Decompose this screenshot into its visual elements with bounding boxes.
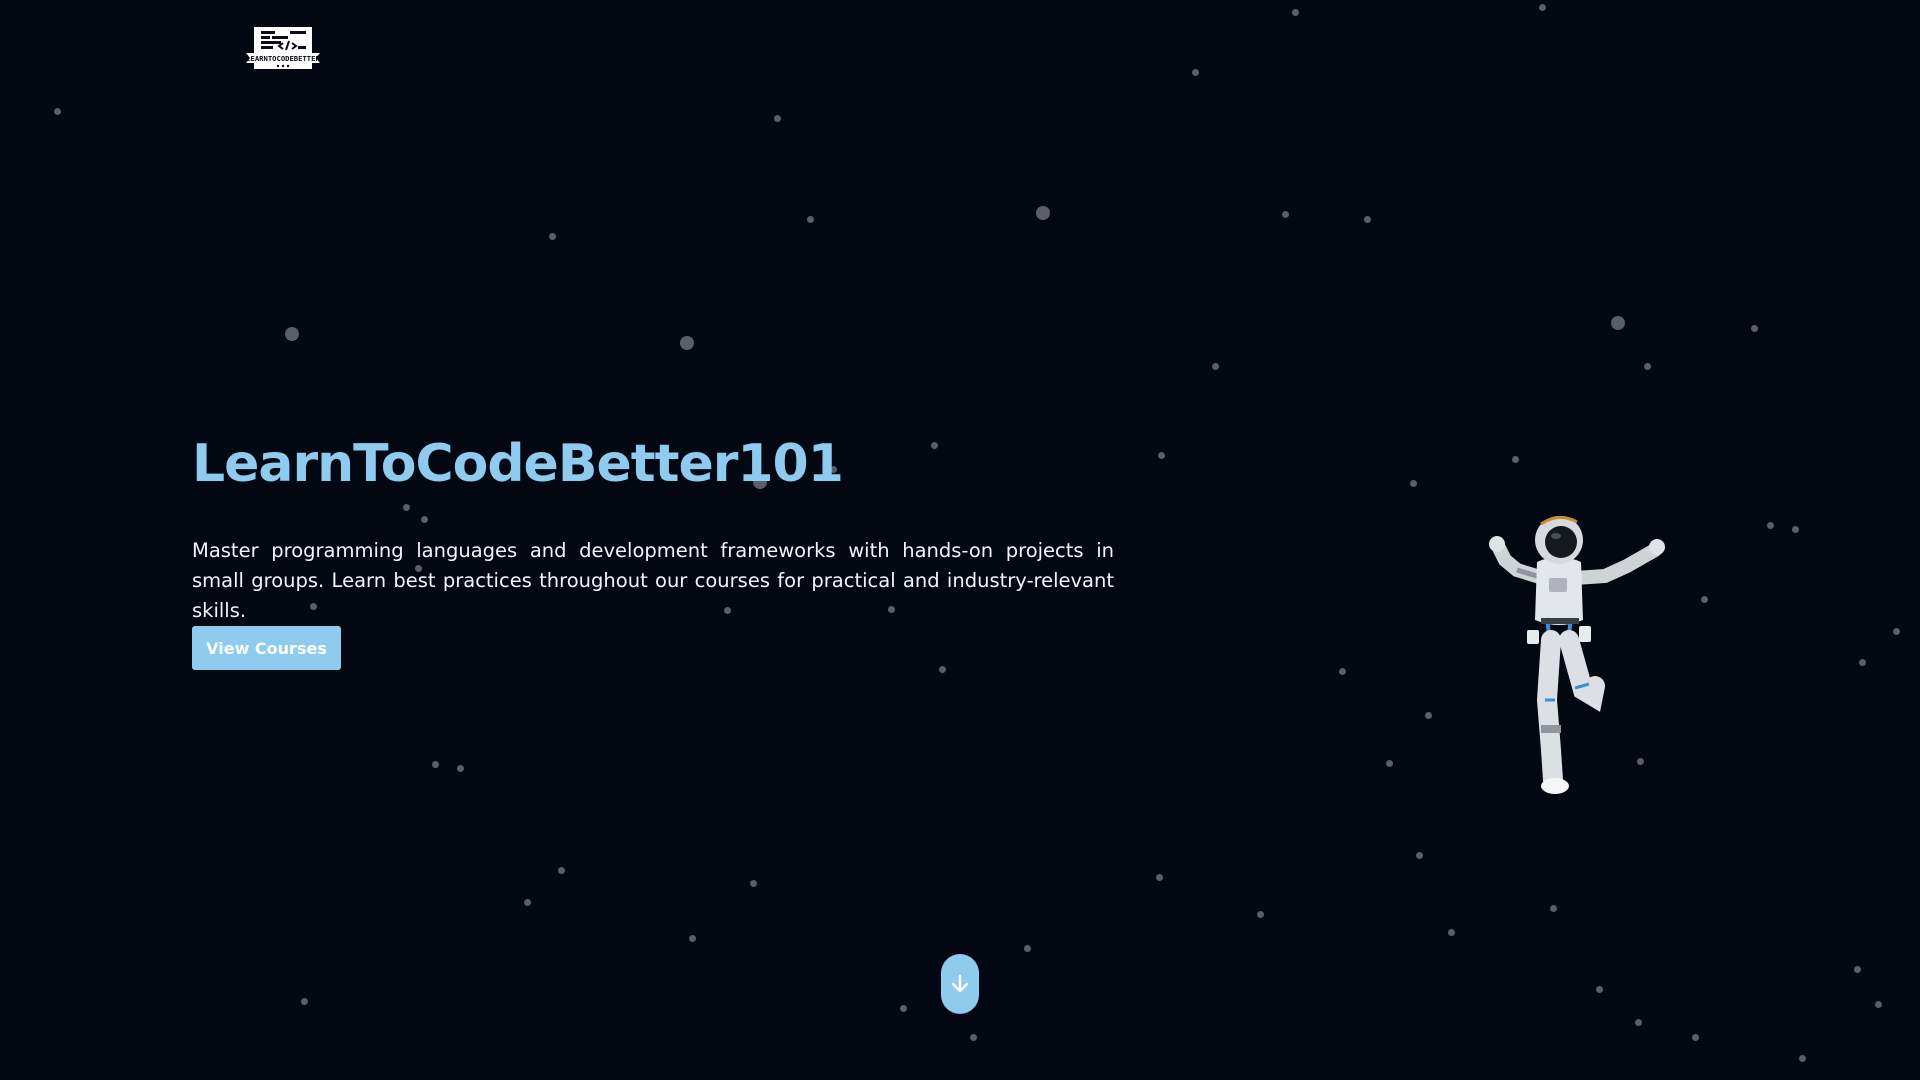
star-dot [1338, 667, 1346, 675]
code-logo-icon: LEARNTOCODEBETTER [246, 27, 320, 69]
star-dot [1643, 362, 1651, 370]
star-dot [1291, 8, 1299, 16]
star-dot [1155, 873, 1163, 881]
star-dot [548, 232, 556, 240]
star-dot [1363, 215, 1371, 223]
star-dot [1691, 1033, 1699, 1041]
star-dot [938, 665, 946, 673]
star-dot [1791, 525, 1799, 533]
star-dot [1415, 851, 1423, 859]
star-dot [1385, 759, 1393, 767]
star-dot [1874, 1000, 1882, 1008]
star-dot [1611, 316, 1625, 330]
star-dot [1023, 944, 1031, 952]
arrow-down-icon [951, 974, 969, 993]
star-dot [1256, 910, 1264, 918]
star-dot [1853, 965, 1861, 973]
star-dot [899, 1004, 907, 1012]
star-dot [1424, 711, 1432, 719]
star-dot [285, 327, 299, 341]
star-dot [1191, 68, 1199, 76]
star-dot [402, 503, 410, 511]
star-dot [523, 898, 531, 906]
star-dot [1700, 595, 1708, 603]
astronaut-illustration [1455, 500, 1665, 800]
star-dot [930, 441, 938, 449]
hero-section: LEARNTOCODEBETTER LearnToCodeBetter101 M… [0, 0, 1920, 1080]
star-dot [456, 764, 464, 772]
scroll-down-button[interactable] [941, 954, 979, 1014]
star-dot [1538, 3, 1546, 11]
star-dot [1766, 521, 1774, 529]
star-dot [1409, 479, 1417, 487]
view-courses-button[interactable]: View Courses [192, 626, 341, 670]
star-dot [420, 515, 428, 523]
star-dot [1036, 206, 1050, 220]
astronaut-icon [1489, 516, 1665, 794]
star-dot [1511, 455, 1519, 463]
star-dot [1798, 1054, 1806, 1062]
star-dot [431, 760, 439, 768]
star-dot [1858, 658, 1866, 666]
site-logo[interactable]: LEARNTOCODEBETTER [242, 25, 324, 75]
star-dot [969, 1033, 977, 1041]
star-dot [1595, 985, 1603, 993]
hero-description: Master programming languages and develop… [192, 539, 1114, 622]
star-dot [1211, 362, 1219, 370]
star-dot [680, 336, 694, 350]
star-dot [1634, 1018, 1642, 1026]
star-dot [773, 114, 781, 122]
star-dot [53, 107, 61, 115]
star-dot [688, 934, 696, 942]
star-dot [1750, 324, 1758, 332]
star-dot [1549, 904, 1557, 912]
star-dot [300, 997, 308, 1005]
star-dot [1157, 451, 1165, 459]
logo-text: LEARNTOCODEBETTER [246, 54, 320, 63]
star-dot [557, 866, 565, 874]
page-title: LearnToCodeBetter101 [192, 434, 844, 494]
star-dot [749, 879, 757, 887]
star-dot [1447, 928, 1455, 936]
star-dot [1281, 210, 1289, 218]
star-dot [1892, 627, 1900, 635]
star-dot [806, 215, 814, 223]
